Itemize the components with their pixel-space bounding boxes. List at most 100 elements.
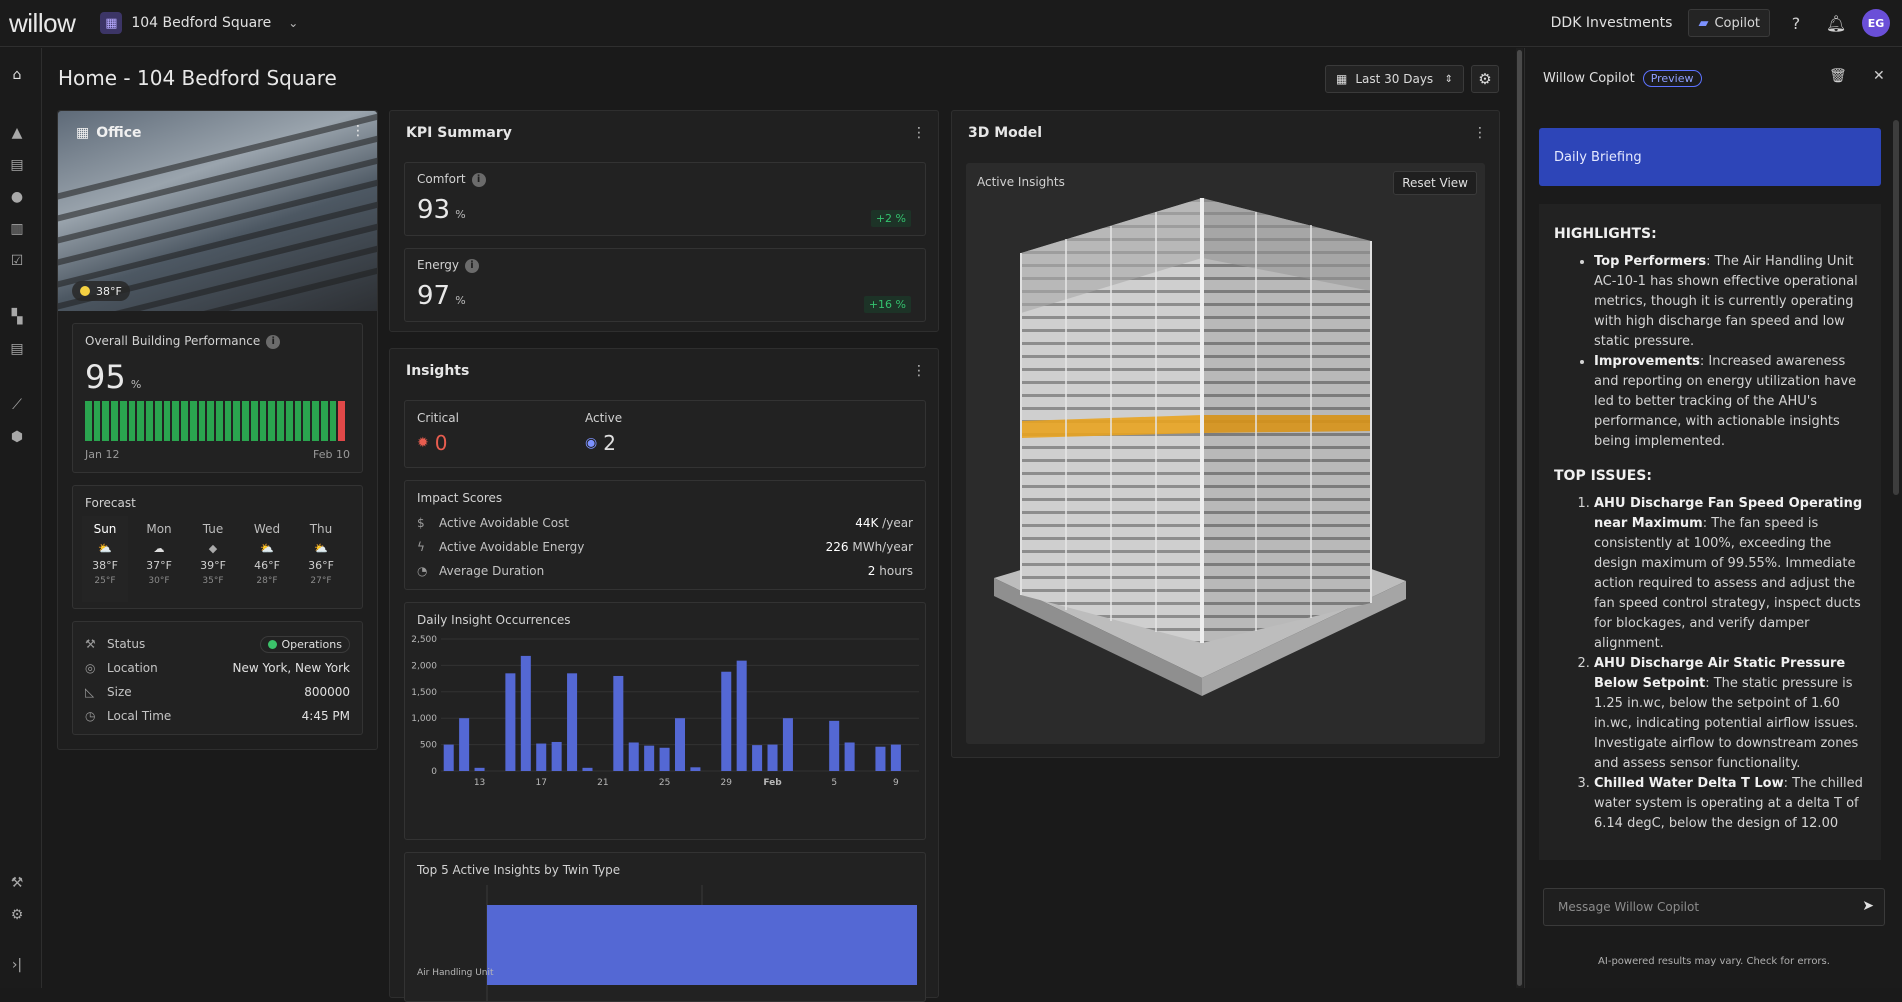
bar [767, 744, 778, 771]
gear-icon: ⚙ [1478, 70, 1492, 88]
bar [505, 673, 516, 771]
building-type: ▦ Office [76, 125, 142, 141]
building-details: ⚒ Status Operations ◎ Location New York, N… [72, 621, 363, 735]
performance-panel: Overall Building Performance i 95 % Jan 1… [72, 323, 363, 473]
issues-list: AHU Discharge Fan Speed Operating near M… [1554, 494, 1869, 834]
tools-icon: ⚒ [85, 637, 96, 651]
info-icon[interactable]: i [471, 172, 486, 187]
trend-icon[interactable]: ⟋ [0, 392, 34, 418]
copilot-message: HIGHLIGHTS: Top Performers: The Air Hand… [1539, 204, 1881, 860]
preview-badge: Preview [1642, 70, 1702, 87]
performance-unit: % [130, 378, 142, 391]
performance-label: Overall Building Performance [85, 334, 261, 348]
bar [474, 767, 485, 771]
energy-value: 97 [417, 281, 451, 311]
list-item: Chilled Water Delta T Low: The chilled w… [1594, 774, 1869, 834]
bar [752, 745, 763, 771]
home-icon[interactable]: ⌂ [0, 62, 34, 88]
copilot-scrollbar[interactable] [1893, 120, 1899, 495]
send-icon[interactable]: ➤ [1862, 898, 1874, 914]
admin-icon[interactable]: ⚒ [0, 870, 34, 896]
checklist-icon[interactable]: ☑ [0, 248, 34, 274]
daily-briefing-button[interactable]: Daily Briefing [1539, 128, 1881, 186]
willow-logo[interactable]: willow [9, 8, 76, 39]
bell-icon[interactable]: 🔔︎ [1822, 9, 1850, 37]
kpi-title: KPI Summary [406, 125, 512, 141]
3d-viewport[interactable]: Active Insights Reset View [966, 163, 1485, 744]
partly-sunny-icon: ⛅ [98, 542, 112, 555]
copilot-button[interactable]: ▰ Copilot [1688, 9, 1770, 37]
main-content: Home - 104 Bedford Square ▦ Last 30 Days… [43, 48, 1513, 1002]
forecast-panel: Forecast Sun ⛅ 38°F 25°F Mon ☁ 37°F 30°F Tue ◆ 3… [72, 485, 363, 609]
forecast-day[interactable]: Mon ☁ 37°F 30°F [136, 516, 182, 586]
notes-icon[interactable]: ▤ [0, 336, 34, 362]
lightbulb-icon[interactable]: ● [0, 184, 34, 210]
active-count[interactable]: ◉ 2 [585, 431, 616, 455]
kpi-summary-card: KPI Summary ⋮ Comfort i 93 % +2 % Energy i… [389, 110, 939, 332]
highlights-list: Top Performers: The Air Handling Unit AC… [1554, 252, 1869, 452]
active-label: Active [585, 411, 623, 425]
close-icon[interactable]: ✕ [1873, 68, 1885, 84]
updown-icon: ⇕ [1444, 73, 1453, 85]
forecast-day[interactable]: Tue ◆ 39°F 35°F [190, 516, 236, 586]
expand-nav-icon[interactable]: ›| [0, 952, 34, 978]
help-icon[interactable]: ? [1782, 9, 1810, 37]
more-options-icon[interactable]: ⋮ [351, 123, 365, 139]
date-range-select[interactable]: ▦ Last 30 Days ⇕ [1325, 65, 1464, 93]
energy-kpi[interactable]: Energy i 97 % +16 % [404, 248, 926, 322]
x-tick-label: 29 [721, 778, 733, 788]
impact-scores: Impact Scores $ Active Avoidable Cost 44K … [404, 480, 926, 590]
top5-chart-svg[interactable]: Air Handling Unit [405, 881, 925, 1001]
daily-chart-svg[interactable]: 0 500 1,000 1,500 2,000 2,500 13 17 21 25 29 Feb 5 9 [405, 631, 925, 837]
size-row: ◺ Size 800000 [85, 685, 350, 699]
comfort-kpi[interactable]: Comfort i 93 % +2 % [404, 162, 926, 236]
forecast-day[interactable]: Thu ⛅ 36°F 27°F [298, 516, 344, 586]
x-tick-label: 17 [535, 778, 546, 788]
forecast-day[interactable]: Wed ⛅ 46°F 28°F [244, 516, 290, 586]
top5-insights-chart: Top 5 Active Insights by Twin Type Air H… [404, 852, 926, 1002]
dashboard-settings-button[interactable]: ⚙ [1471, 65, 1499, 93]
y-tick-label: 0 [431, 767, 437, 777]
x-tick-label: 13 [474, 778, 485, 788]
performance-bar[interactable] [85, 401, 346, 441]
daily-occurrences-chart: Daily Insight Occurrences 0 500 1,000 1,500… [404, 602, 926, 840]
bar [782, 718, 793, 771]
status-badge: Operations [259, 635, 350, 653]
bar [459, 718, 470, 771]
shapes-icon[interactable]: ▲ [0, 120, 34, 146]
building-3d-model[interactable] [966, 163, 1485, 744]
bar [690, 767, 701, 771]
site-selector[interactable]: ▦ 104 Bedford Square ⌄ [94, 8, 304, 38]
more-options-icon[interactable]: ⋮ [912, 125, 926, 141]
average-duration-row: ◔ Average Duration 2 hours [417, 564, 913, 578]
bar [844, 742, 855, 771]
bar [487, 905, 917, 985]
start-date: Jan 12 [85, 448, 120, 461]
info-icon[interactable]: i [465, 258, 480, 273]
dollar-icon: $ [417, 516, 425, 530]
energy-delta: +16 % [863, 296, 911, 313]
copilot-panel: Willow Copilot Preview 🗑︎ ✕ Daily Briefi… [1524, 48, 1902, 988]
copilot-message-input[interactable]: Message Willow Copilot ➤ [1543, 888, 1885, 926]
forecast-day[interactable]: Sun ⛅ 38°F 25°F [82, 516, 128, 602]
x-tick-label: Feb [763, 778, 782, 788]
avatar[interactable]: EG [1862, 9, 1890, 37]
sun-icon [80, 286, 90, 296]
comfort-label: Comfort [417, 172, 466, 186]
critical-icon: ✹ [417, 435, 429, 451]
bar [443, 744, 454, 771]
more-options-icon[interactable]: ⋮ [1473, 125, 1487, 141]
critical-count[interactable]: ✹ 0 [417, 431, 447, 455]
dashboard-icon[interactable]: ▚ [0, 304, 34, 330]
report-icon[interactable]: ▥ [0, 216, 34, 242]
cube-icon[interactable]: ⬢ [0, 424, 34, 450]
document-icon[interactable]: ▤ [0, 152, 34, 178]
ruler-icon: ◺ [85, 685, 95, 699]
list-item: AHU Discharge Air Static Pressure Below … [1594, 654, 1869, 774]
info-icon[interactable]: i [266, 334, 281, 349]
partly-sunny-icon: ⛅ [314, 542, 328, 555]
main-scrollbar[interactable] [1516, 48, 1523, 988]
more-options-icon[interactable]: ⋮ [912, 363, 926, 379]
settings-icon[interactable]: ⚙ [0, 902, 34, 928]
trash-icon[interactable]: 🗑︎ [1829, 68, 1847, 84]
